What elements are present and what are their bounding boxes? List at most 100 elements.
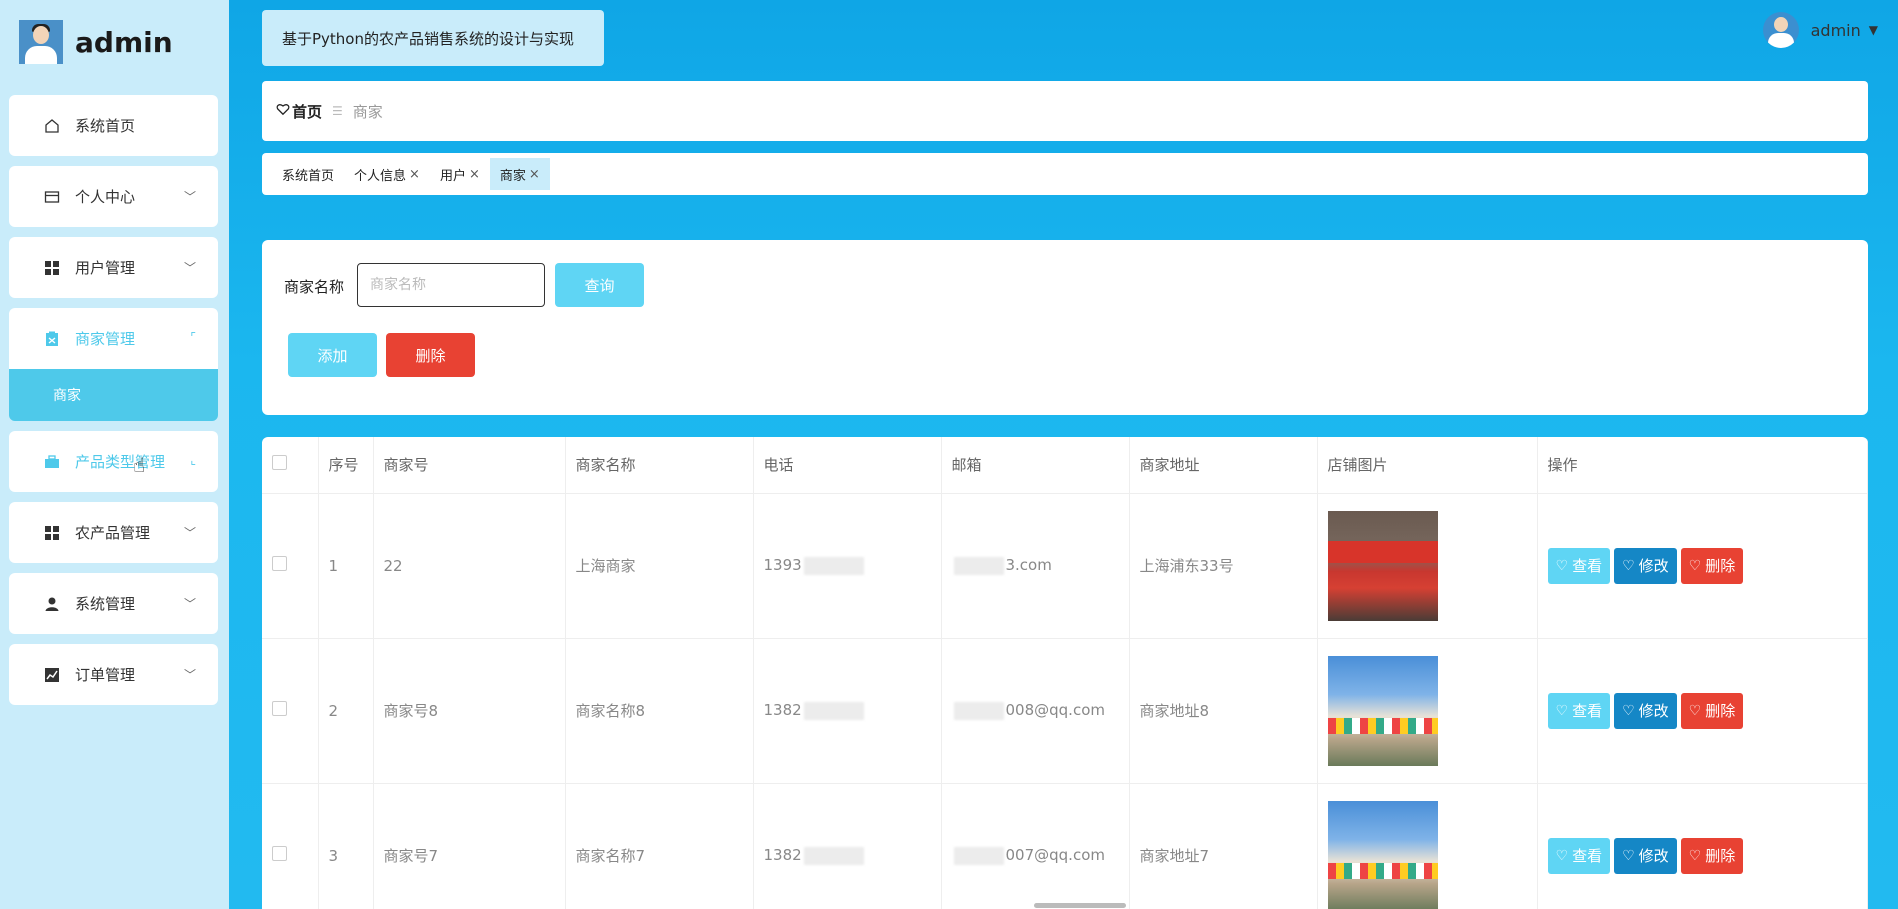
row-checkbox[interactable]: [272, 846, 287, 861]
select-all-cell: [262, 437, 319, 494]
select-all-checkbox[interactable]: [272, 455, 287, 471]
edit-button-label: 修改: [1638, 703, 1669, 720]
edit-button-label: 修改: [1638, 848, 1669, 865]
view-button[interactable]: ♡ 查看: [1547, 837, 1611, 874]
phone-prefix: 1393: [763, 556, 802, 575]
heart-icon: ♡: [1622, 557, 1635, 573]
tag-home[interactable]: 系统首页: [272, 158, 344, 190]
chart-icon: [43, 666, 61, 684]
tag-merchant[interactable]: 商家 ×: [489, 158, 550, 190]
cell-email: 007@qq.com: [941, 783, 1130, 909]
cell-image: [1317, 638, 1538, 784]
sidebar-item-system[interactable]: 系统管理 ﹀: [9, 573, 218, 634]
heart-icon: ♡: [1688, 847, 1702, 863]
close-icon[interactable]: ×: [409, 167, 420, 182]
column-header: 商家地址: [1129, 437, 1318, 494]
query-button[interactable]: 查询: [555, 263, 644, 307]
brand: admin: [19, 19, 173, 65]
redacted-mask: [803, 846, 864, 865]
sidebar-item-users[interactable]: 用户管理 ﹀: [9, 237, 218, 298]
edit-button[interactable]: ♡ 修改: [1614, 837, 1677, 874]
tag-users[interactable]: 用户 ×: [430, 158, 490, 190]
breadcrumb-current: 商家: [352, 102, 383, 121]
sidebar-item-label: 系统首页: [75, 117, 136, 135]
view-button-label: 查看: [1572, 703, 1603, 720]
view-button[interactable]: ♡ 查看: [1547, 692, 1611, 729]
email-suffix: 007@qq.com: [1005, 846, 1105, 865]
home-icon: [43, 117, 61, 135]
pointer-cursor-icon: ☝: [133, 453, 146, 477]
breadcrumb-home[interactable]: 首页: [276, 101, 322, 122]
cell-address: 商家地址7: [1129, 783, 1318, 909]
cell-name: 商家名称8: [565, 638, 754, 784]
redacted-mask: [953, 701, 1004, 720]
row-checkbox[interactable]: [272, 556, 287, 571]
delete-button[interactable]: ♡ 删除: [1680, 692, 1744, 729]
tags-view: 系统首页 个人信息 × 用户 × 商家 ×: [262, 153, 1868, 195]
delete-button-label: 删除: [1705, 558, 1736, 575]
cell-code: 商家号7: [373, 783, 566, 909]
merchant-table: 序号 商家号 商家名称 电话 邮箱 商家地址 店铺图片 操作 1 22 上海商家…: [262, 437, 1868, 909]
row-checkbox[interactable]: [272, 701, 287, 716]
search-panel: 商家名称 查询 添加 删除: [262, 240, 1868, 415]
delete-button[interactable]: ♡ 删除: [1680, 547, 1744, 584]
cell-name: 商家名称7: [565, 783, 754, 909]
sidebar-item-home[interactable]: 系统首页: [9, 95, 218, 156]
sidebar-item-product-types[interactable]: 产品类型管理 ⌞: [9, 431, 218, 492]
edit-button[interactable]: ♡ 修改: [1614, 692, 1677, 729]
heart-icon: ♡: [1688, 702, 1702, 718]
search-input[interactable]: [357, 263, 545, 307]
cell-code: 商家号8: [373, 638, 566, 784]
tag-label: 商家: [499, 168, 526, 184]
close-icon[interactable]: ×: [529, 167, 540, 182]
sidebar-subitem-merchant[interactable]: 商家: [9, 369, 218, 421]
sidebar-item-products[interactable]: 农产品管理 ﹀: [9, 502, 218, 563]
user-icon: [43, 595, 61, 613]
cell-email: 008@qq.com: [941, 638, 1130, 784]
sidebar-item-label: 产品类型管理: [75, 453, 166, 471]
heart-icon: ♡: [1555, 702, 1569, 718]
view-button-label: 查看: [1572, 558, 1603, 575]
close-icon[interactable]: ×: [469, 167, 480, 182]
shop-image[interactable]: [1327, 510, 1438, 621]
cell-phone: 1382: [753, 783, 942, 909]
shop-image[interactable]: [1327, 800, 1438, 909]
sidebar-item-orders[interactable]: 订单管理 ﹀: [9, 644, 218, 705]
sidebar-item-label: 农产品管理: [75, 524, 151, 542]
view-button[interactable]: ♡ 查看: [1547, 547, 1611, 584]
brand-name: admin: [75, 25, 173, 59]
tag-personal[interactable]: 个人信息 ×: [344, 158, 430, 190]
sidebar-subitem-label: 商家: [53, 388, 81, 404]
shop-image[interactable]: [1327, 655, 1438, 766]
caret-down-icon: ▼: [1868, 23, 1878, 37]
breadcrumb-separator-icon: ☰: [332, 104, 343, 118]
sidebar-item-label: 用户管理: [75, 259, 136, 277]
chevron-down-icon: ﹀: [183, 261, 196, 275]
cell-actions: ♡ 查看 ♡ 修改 ♡ 删除: [1537, 783, 1868, 909]
cell-address: 上海浦东33号: [1129, 493, 1318, 639]
delete-button[interactable]: ♡ 删除: [1680, 837, 1744, 874]
breadcrumb: 首页 ☰ 商家: [262, 81, 1868, 141]
edit-button[interactable]: ♡ 修改: [1614, 547, 1677, 584]
delete-button-label: 删除: [1705, 848, 1736, 865]
user-menu[interactable]: admin ▼: [1762, 12, 1878, 48]
row-select-cell: [262, 638, 319, 784]
batch-delete-button[interactable]: 删除: [386, 333, 475, 377]
search-label: 商家名称: [284, 278, 345, 296]
add-button[interactable]: 添加: [288, 333, 377, 377]
table-row: 2 商家号8 商家名称8 1382 008@qq.com 商家地址8 ♡ 查看 ♡…: [262, 638, 1868, 784]
cell-address: 商家地址8: [1129, 638, 1318, 784]
sidebar-item-label: 个人中心: [75, 188, 136, 206]
horizontal-scrollbar[interactable]: [1034, 903, 1126, 908]
briefcase-icon: [43, 453, 61, 471]
sidebar-item-personal[interactable]: 个人中心 ﹀: [9, 166, 218, 227]
tag-label: 用户: [439, 168, 466, 184]
column-header: 商家号: [373, 437, 566, 494]
table-header-row: 序号 商家号 商家名称 电话 邮箱 商家地址 店铺图片 操作: [262, 437, 1868, 494]
sidebar-item-merchants[interactable]: 商家管理 ⌜: [9, 308, 218, 369]
redacted-mask: [953, 556, 1004, 575]
column-header: 店铺图片: [1317, 437, 1538, 494]
chevron-down-icon: ﹀: [183, 526, 196, 540]
chevron-down-icon: ﹀: [183, 597, 196, 611]
cell-index: 3: [318, 783, 374, 909]
